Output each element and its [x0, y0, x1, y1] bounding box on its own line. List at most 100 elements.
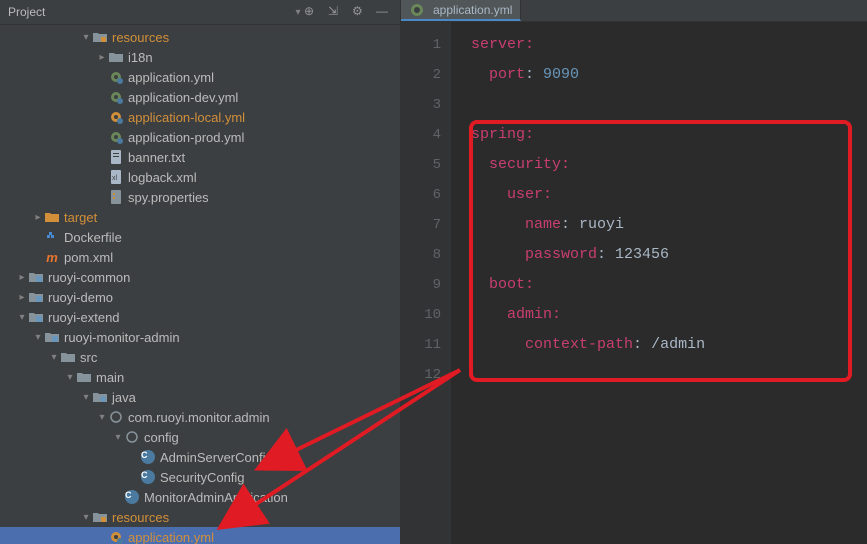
tree-row[interactable]: mpom.xml: [0, 247, 400, 267]
tree-row[interactable]: ▾java: [0, 387, 400, 407]
code-line[interactable]: context-path: /admin: [471, 330, 867, 360]
chevron-down-icon[interactable]: ▾: [48, 352, 60, 363]
tree-row[interactable]: ▾src: [0, 347, 400, 367]
tree-row[interactable]: spy.properties: [0, 187, 400, 207]
chevron-down-icon[interactable]: ▾: [64, 372, 76, 383]
txt-icon: [108, 149, 124, 165]
tree-label: SecurityConfig: [160, 470, 245, 485]
tree-label: com.ruoyi.monitor.admin: [128, 410, 270, 425]
folder-icon: [60, 349, 76, 365]
code-line[interactable]: [471, 90, 867, 120]
tree-row[interactable]: ▸ ruoyi-common: [0, 267, 400, 287]
tree-row[interactable]: application.yml: [0, 527, 400, 544]
line-number: 5: [401, 150, 441, 180]
tree-label: application-local.yml: [128, 110, 245, 125]
tree-row[interactable]: ▾ main: [0, 367, 400, 387]
chevron-right-icon[interactable]: ▸: [16, 272, 28, 283]
editor-body[interactable]: 123456789101112 server: port: 9090 sprin…: [401, 22, 867, 544]
code-line[interactable]: security:: [471, 150, 867, 180]
package-icon: [124, 429, 140, 445]
tree-row[interactable]: application.yml: [0, 67, 400, 87]
resources-icon: [92, 509, 108, 525]
chevron-down-icon[interactable]: ▾: [80, 512, 92, 523]
panel-toolbar: ⊕ ⇲ ⚙ —: [304, 4, 392, 20]
target-icon: [44, 209, 60, 225]
tree-label: main: [96, 370, 124, 385]
chevron-down-icon[interactable]: ▾: [32, 332, 44, 343]
tree-row[interactable]: ▸ruoyi-demo: [0, 287, 400, 307]
tree-row[interactable]: application-dev.yml: [0, 87, 400, 107]
class-icon: C: [124, 489, 140, 505]
package-icon: [108, 409, 124, 425]
tree-row[interactable]: ▾ruoyi-monitor-admin: [0, 327, 400, 347]
code-line[interactable]: admin:: [471, 300, 867, 330]
hide-icon[interactable]: —: [376, 4, 392, 20]
code-line[interactable]: spring:: [471, 120, 867, 150]
tree-label: i18n: [128, 50, 153, 65]
resources-icon: [92, 29, 108, 45]
code-line[interactable]: server:: [471, 30, 867, 60]
tree-row[interactable]: application-local.yml: [0, 107, 400, 127]
project-header: Project ▾ ⊕ ⇲ ⚙ —: [0, 0, 400, 25]
tree-row[interactable]: ▾config: [0, 427, 400, 447]
yml-sel-icon: [108, 109, 124, 125]
code-line[interactable]: [471, 360, 867, 390]
chevron-down-icon[interactable]: ▾: [96, 412, 108, 423]
docker-icon: [44, 229, 60, 245]
tree-row[interactable]: ▾ resources: [0, 27, 400, 47]
tree-label: application.yml: [128, 70, 214, 85]
maven-icon: m: [44, 249, 60, 265]
yml-icon: [409, 2, 425, 18]
code-line[interactable]: boot:: [471, 270, 867, 300]
chevron-right-icon[interactable]: ▸: [32, 212, 44, 223]
tree-label: AdminServerConfig: [160, 450, 273, 465]
module-icon: [28, 289, 44, 305]
tree-row[interactable]: ▾ com.ruoyi.monitor.admin: [0, 407, 400, 427]
tree-label: MonitorAdminApplication: [144, 490, 288, 505]
chevron-down-icon[interactable]: ▾: [112, 432, 124, 443]
tree-label: Dockerfile: [64, 230, 122, 245]
folder-icon: [76, 369, 92, 385]
code-line[interactable]: name: ruoyi: [471, 210, 867, 240]
tree-label: ruoyi-extend: [48, 310, 120, 325]
editor-panel: application.yml 123456789101112 server: …: [401, 0, 867, 544]
yml-icon: [108, 69, 124, 85]
tree-label: resources: [112, 30, 169, 45]
tree-row[interactable]: CSecurityConfig: [0, 467, 400, 487]
line-number: 12: [401, 360, 441, 390]
chevron-right-icon[interactable]: ▸: [96, 52, 108, 63]
tree-row[interactable]: application-prod.yml: [0, 127, 400, 147]
project-title: Project: [8, 5, 288, 19]
tree-row[interactable]: xllogback.xml: [0, 167, 400, 187]
collapse-icon[interactable]: ⇲: [328, 4, 344, 20]
tree-label: ruoyi-common: [48, 270, 130, 285]
chevron-right-icon[interactable]: ▸: [16, 292, 28, 303]
ide-root: Project ▾ ⊕ ⇲ ⚙ — ▾ resources ▸ i18n applica…: [0, 0, 867, 544]
tree-label: logback.xml: [128, 170, 197, 185]
chevron-down-icon[interactable]: ▾: [292, 7, 304, 18]
chevron-down-icon[interactable]: ▾: [80, 32, 92, 43]
tree-row[interactable]: ▾ resources: [0, 507, 400, 527]
line-number: 4: [401, 120, 441, 150]
tree-row[interactable]: C MonitorAdminApplication: [0, 487, 400, 507]
tree-row[interactable]: ▸target: [0, 207, 400, 227]
tree-row[interactable]: banner.txt: [0, 147, 400, 167]
tree-row[interactable]: ▸ i18n: [0, 47, 400, 67]
tree-row[interactable]: Dockerfile: [0, 227, 400, 247]
tree-row[interactable]: ▾ ruoyi-extend: [0, 307, 400, 327]
line-number: 11: [401, 330, 441, 360]
code-area[interactable]: server: port: 9090 spring: security: use…: [451, 22, 867, 544]
tree-label: resources: [112, 510, 169, 525]
yml-sel-icon: [108, 529, 124, 544]
code-line[interactable]: port: 9090: [471, 60, 867, 90]
class-icon: C: [140, 449, 156, 465]
tab-label: application.yml: [433, 3, 512, 17]
code-line[interactable]: user:: [471, 180, 867, 210]
gear-icon[interactable]: ⚙: [352, 4, 368, 20]
tree-row[interactable]: C AdminServerConfig: [0, 447, 400, 467]
chevron-down-icon[interactable]: ▾: [80, 392, 92, 403]
target-icon[interactable]: ⊕: [304, 4, 320, 20]
code-line[interactable]: password: 123456: [471, 240, 867, 270]
chevron-down-icon[interactable]: ▾: [16, 312, 28, 323]
tab-application-yml[interactable]: application.yml: [401, 0, 521, 21]
